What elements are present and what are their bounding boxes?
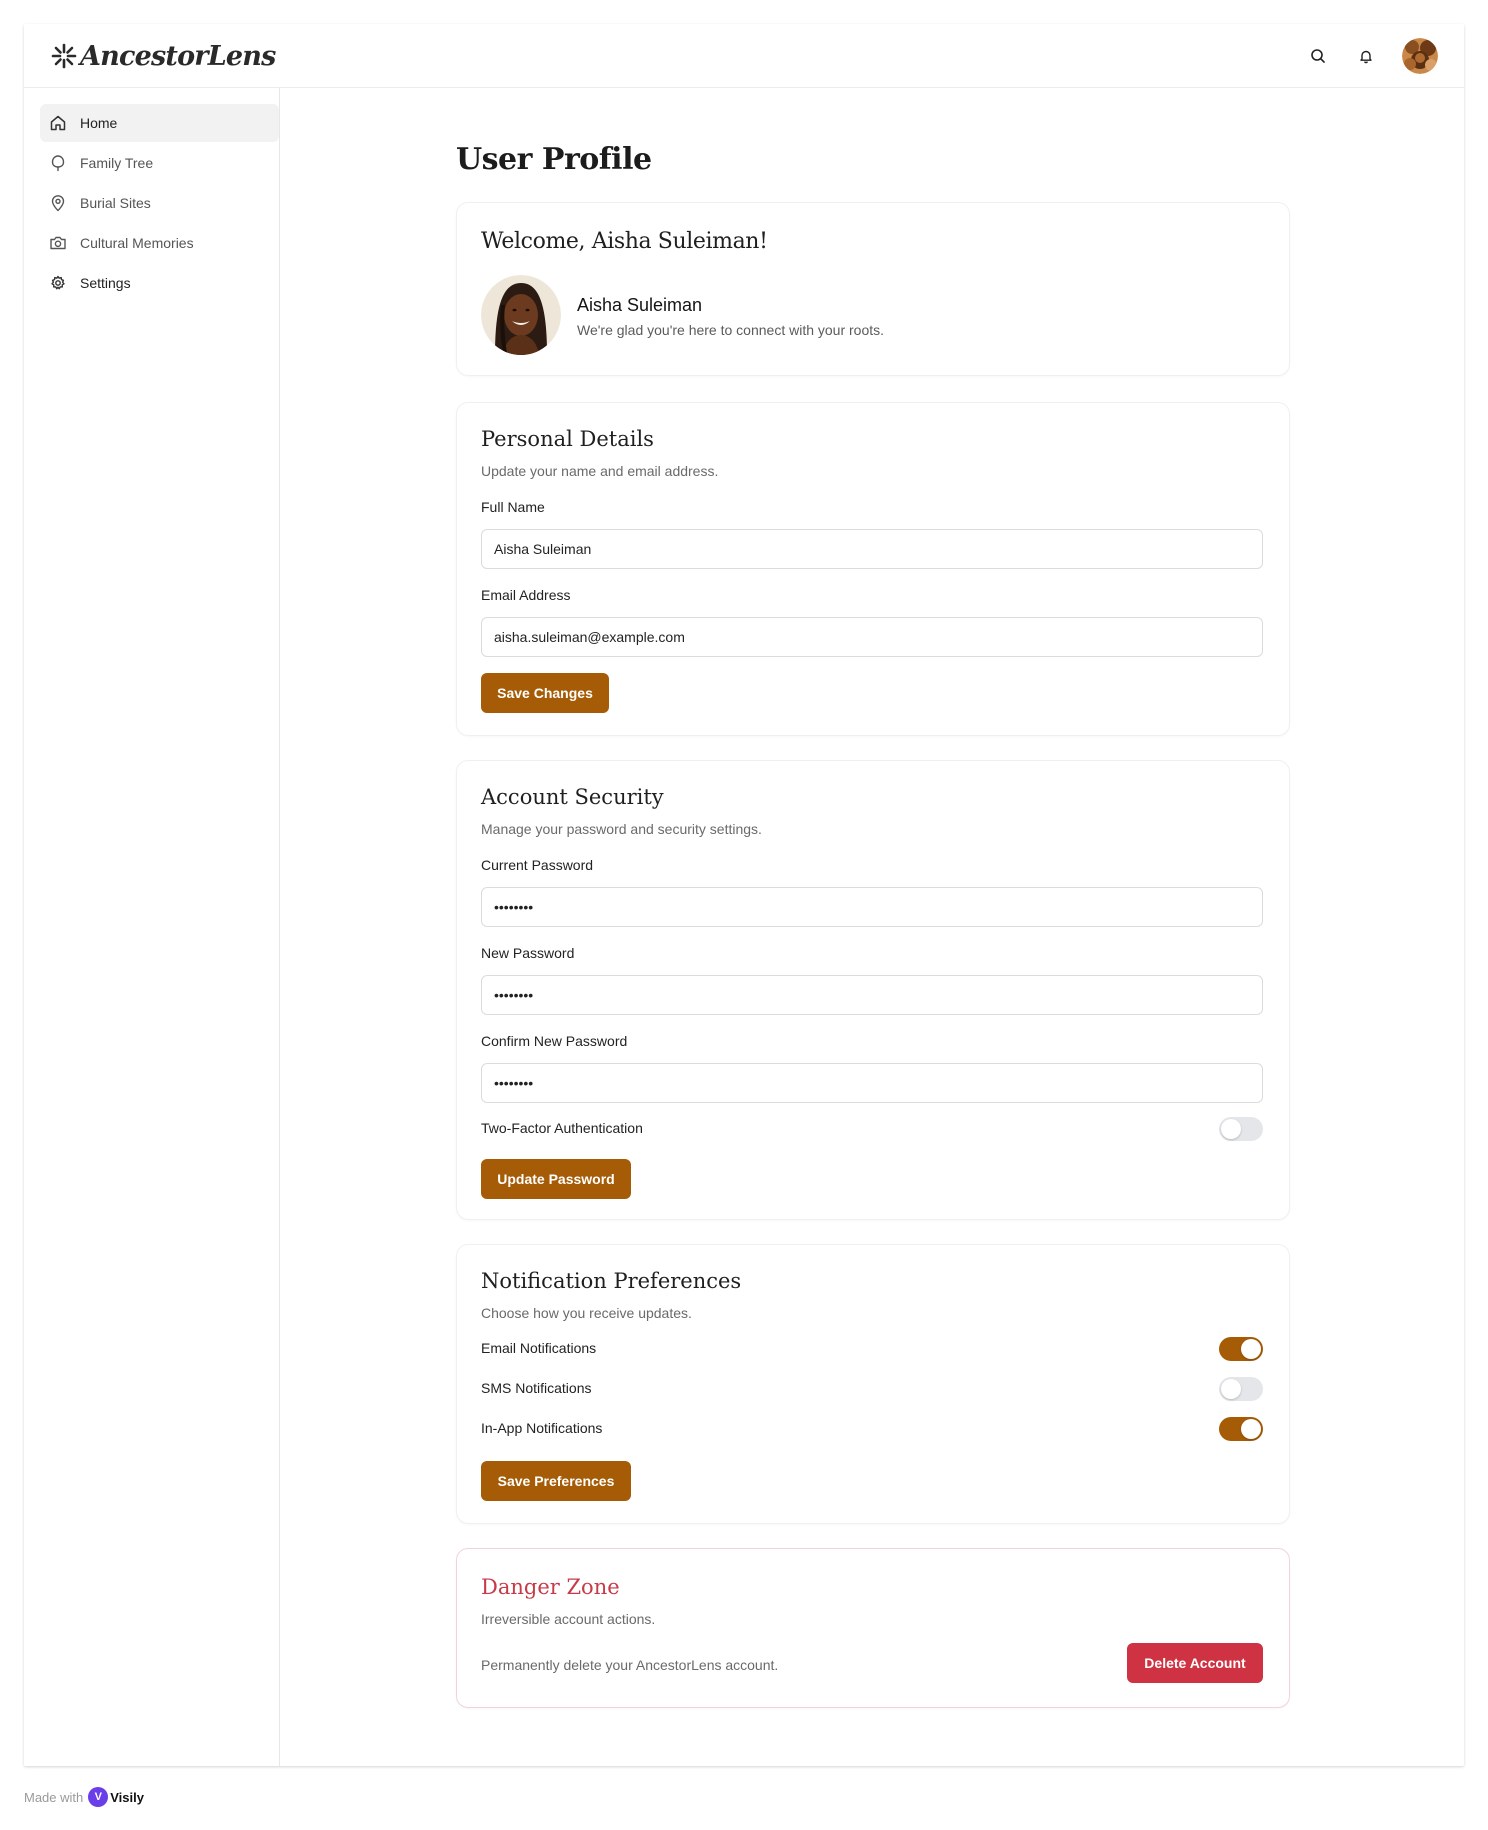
toggle-knob — [1241, 1419, 1261, 1439]
profile-photo — [481, 275, 561, 355]
sidebar-item-family-tree[interactable]: Family Tree — [40, 144, 279, 182]
sms-notifications-label: SMS Notifications — [481, 1380, 592, 1396]
sidebar-item-label: Burial Sites — [80, 195, 151, 211]
made-with-text: Made with — [24, 1789, 84, 1805]
delete-account-button[interactable]: Delete Account — [1127, 1643, 1263, 1683]
logo-icon — [51, 43, 77, 69]
new-password-input[interactable] — [481, 975, 1263, 1015]
search-button[interactable] — [1306, 44, 1330, 68]
toggle-knob — [1241, 1339, 1261, 1359]
notification-preferences-card: Notification Preferences Choose how you … — [456, 1244, 1290, 1524]
bell-icon — [1360, 50, 1372, 64]
section-title: Notification Preferences — [481, 1269, 742, 1293]
sidebar-item-label: Cultural Memories — [80, 235, 194, 251]
section-subtitle: Choose how you receive updates. — [481, 1305, 692, 1321]
welcome-title: Welcome, Aisha Suleiman! — [481, 229, 768, 254]
personal-details-card: Personal Details Update your name and em… — [456, 402, 1290, 736]
avatar-image — [1402, 38, 1438, 74]
page-title: User Profile — [456, 142, 652, 177]
two-factor-toggle[interactable] — [1219, 1117, 1263, 1141]
top-bar: AncestorLens — [24, 24, 1464, 88]
current-password-input[interactable] — [481, 887, 1263, 927]
sidebar-item-settings[interactable]: Settings — [40, 264, 279, 302]
section-title: Personal Details — [481, 427, 654, 451]
section-title: Account Security — [481, 785, 664, 809]
email-notifications-toggle[interactable] — [1219, 1337, 1263, 1361]
sidebar-item-label: Settings — [80, 275, 131, 291]
email-label: Email Address — [481, 587, 571, 603]
email-input[interactable] — [481, 617, 1263, 657]
made-with-badge[interactable]: Made with V Visily — [24, 1786, 144, 1808]
app-name: AncestorLens — [80, 40, 276, 72]
camera-icon — [48, 233, 68, 253]
danger-zone-card: Danger Zone Irreversible account actions… — [456, 1548, 1290, 1708]
section-subtitle: Update your name and email address. — [481, 463, 719, 479]
delete-account-description: Permanently delete your AncestorLens acc… — [481, 1657, 779, 1673]
search-icon — [1311, 49, 1325, 63]
section-subtitle: Manage your password and security settin… — [481, 821, 762, 837]
sidebar-item-cultural-memories[interactable]: Cultural Memories — [40, 224, 279, 262]
user-avatar[interactable] — [1402, 38, 1438, 74]
email-notifications-label: Email Notifications — [481, 1340, 597, 1356]
visily-logo-icon: V — [88, 1787, 109, 1807]
update-password-button[interactable]: Update Password — [481, 1159, 631, 1199]
welcome-card: Welcome, Aisha Suleiman! Aisha Suleiman … — [456, 202, 1290, 376]
confirm-password-input[interactable] — [481, 1063, 1263, 1103]
gear-icon — [48, 273, 68, 293]
sidebar-item-label: Family Tree — [80, 155, 154, 171]
confirm-password-label: Confirm New Password — [481, 1033, 628, 1049]
app-frame: AncestorLens Home Family Tree Burial Sit… — [24, 24, 1464, 1766]
sms-notifications-toggle[interactable] — [1219, 1377, 1263, 1401]
section-title: Danger Zone — [481, 1575, 620, 1599]
app-logo[interactable]: AncestorLens — [50, 36, 276, 76]
current-password-label: Current Password — [481, 857, 594, 873]
toggle-knob — [1221, 1379, 1241, 1399]
two-factor-label: Two-Factor Authentication — [481, 1120, 643, 1136]
sidebar-item-burial-sites[interactable]: Burial Sites — [40, 184, 279, 222]
new-password-label: New Password — [481, 945, 575, 961]
full-name-label: Full Name — [481, 499, 545, 515]
home-icon — [48, 113, 68, 133]
notifications-button[interactable] — [1354, 44, 1378, 68]
account-security-card: Account Security Manage your password an… — [456, 760, 1290, 1220]
map-pin-icon — [48, 193, 68, 213]
sidebar-item-home[interactable]: Home — [40, 104, 279, 142]
sidebar-item-label: Home — [80, 115, 118, 131]
full-name-input[interactable] — [481, 529, 1263, 569]
save-changes-button[interactable]: Save Changes — [481, 673, 609, 713]
section-subtitle: Irreversible account actions. — [481, 1611, 656, 1627]
in-app-notifications-toggle[interactable] — [1219, 1417, 1263, 1441]
toggle-knob — [1221, 1119, 1241, 1139]
welcome-message: We're glad you're here to connect with y… — [577, 322, 885, 338]
tree-icon — [48, 153, 68, 173]
save-preferences-button[interactable]: Save Preferences — [481, 1461, 631, 1501]
profile-name: Aisha Suleiman — [577, 295, 703, 315]
in-app-notifications-label: In-App Notifications — [481, 1420, 603, 1436]
visily-brand: Visily — [110, 1789, 144, 1805]
sidebar: Home Family Tree Burial Sites Cultural M… — [24, 88, 280, 1766]
